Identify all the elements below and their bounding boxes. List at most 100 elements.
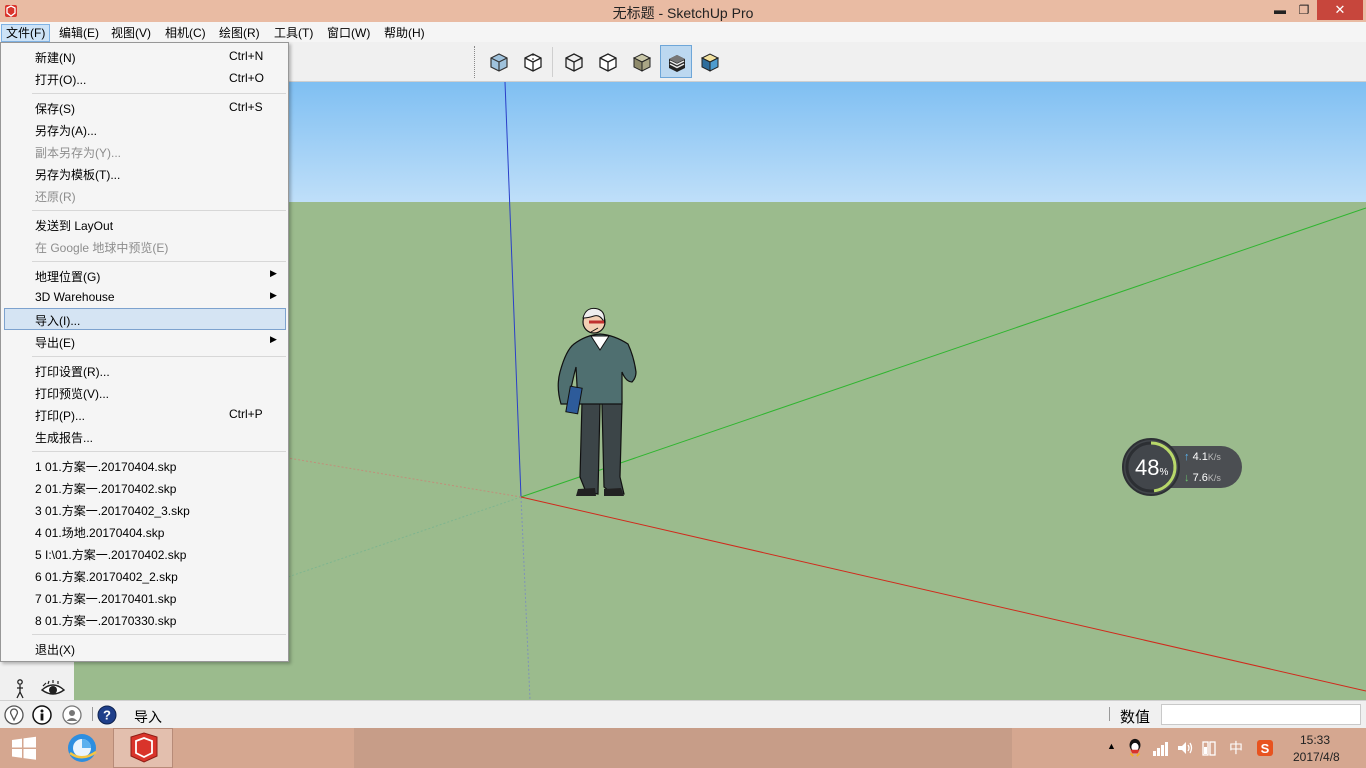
menu-item-recent-file[interactable]: 1 01.方案一.20170404.skp [4, 454, 286, 476]
menu-item-generate-report[interactable]: 生成报告... [4, 425, 286, 447]
menu-item-print-setup[interactable]: 打印设置(R)... [4, 359, 286, 381]
sogou-input-icon[interactable]: S [1256, 738, 1274, 758]
menu-item-label: 发送到 LayOut [35, 219, 114, 233]
clock-time[interactable]: 15:33 [1300, 733, 1330, 747]
menu-item-open[interactable]: 打开(O)... Ctrl+O [4, 67, 286, 89]
menu-item-recent-file[interactable]: 5 I:\01.方案一.20170402.skp [4, 542, 286, 564]
menu-item-recent-file[interactable]: 4 01.场地.20170404.skp [4, 520, 286, 542]
scale-figure[interactable] [557, 307, 637, 496]
show-hidden-icons-icon[interactable]: ▲ [1107, 741, 1116, 761]
submenu-arrow-icon: ▶ [270, 334, 277, 344]
qq-icon[interactable] [1126, 737, 1144, 757]
menu-draw[interactable]: 绘图(R) [215, 24, 264, 42]
measurements-input[interactable] [1161, 704, 1361, 725]
menu-item-label: 4 01.场地.20170404.skp [35, 526, 165, 540]
menu-item-label: 另存为(A)... [35, 124, 97, 138]
submenu-arrow-icon: ▶ [270, 290, 277, 300]
ime-indicator[interactable]: 中 [1229, 738, 1243, 758]
credits-info-icon[interactable] [32, 705, 52, 725]
measurements-label: 数值 [1120, 709, 1151, 726]
menu-item-label: 3D Warehouse [35, 290, 115, 304]
menu-separator [32, 451, 286, 452]
menu-item-exit[interactable]: 退出(X) [4, 637, 286, 659]
download-speed-value: 7.6 [1192, 472, 1208, 484]
svg-text:?: ? [103, 708, 111, 723]
blue-axis [504, 82, 522, 498]
wireframe-style-icon[interactable] [558, 45, 590, 78]
windows-taskbar: ▲ 中 S 15:33 2017/4/8 [0, 728, 1366, 768]
close-button[interactable]: ✕ [1317, 0, 1363, 20]
net-percent-value: 48 [1135, 455, 1160, 480]
menu-item-preview-google-earth[interactable]: 在 Google 地球中预览(E) [4, 235, 286, 257]
menu-item-shortcut: Ctrl+N [229, 49, 264, 63]
minimize-button[interactable]: ▬ [1268, 0, 1292, 20]
walk-tool-icon[interactable] [9, 678, 31, 700]
network-signal-icon[interactable] [1152, 738, 1170, 758]
toolbar-grip[interactable] [474, 46, 477, 78]
menu-item-geo-location[interactable]: 地理位置(G) ▶ [4, 264, 286, 286]
menu-item-recent-file[interactable]: 3 01.方案一.20170402_3.skp [4, 498, 286, 520]
network-monitor-widget[interactable]: 48% ↑ 4.1K/s ↓ 7.6K/s [1122, 438, 1242, 496]
menu-item-label: 6 01.方案.20170402_2.skp [35, 570, 178, 584]
monochrome-style-icon[interactable] [694, 45, 726, 78]
net-percent-unit: % [1159, 467, 1169, 478]
menu-item-recent-file[interactable]: 8 01.方案一.20170330.skp [4, 608, 286, 630]
windows-start-icon[interactable] [0, 728, 48, 768]
maximize-button[interactable]: ❐ [1292, 0, 1316, 20]
net-usage-circle: 48% [1122, 438, 1180, 496]
menu-item-import[interactable]: 导入(I)... [4, 308, 286, 330]
taskbar-browser-app[interactable] [52, 728, 112, 768]
menu-item-label: 3 01.方案一.20170402_3.skp [35, 504, 190, 518]
menu-item-label: 打开(O)... [35, 73, 87, 87]
taskbar-sketchup-app[interactable] [113, 728, 173, 768]
menu-edit[interactable]: 编辑(E) [55, 24, 103, 42]
menu-item-save-as-template[interactable]: 另存为模板(T)... [4, 162, 286, 184]
clock-date[interactable]: 2017/4/8 [1293, 750, 1340, 764]
battery-icon[interactable] [1200, 738, 1218, 758]
menu-item-recent-file[interactable]: 2 01.方案一.20170402.skp [4, 476, 286, 498]
menu-view[interactable]: 视图(V) [107, 24, 155, 42]
menu-item-3d-warehouse[interactable]: 3D Warehouse ▶ [4, 286, 286, 308]
menu-item-send-to-layout[interactable]: 发送到 LayOut [4, 213, 286, 235]
menu-item-print-preview[interactable]: 打印预览(V)... [4, 381, 286, 403]
menu-separator [32, 356, 286, 357]
geolocation-icon[interactable] [4, 705, 24, 725]
taskbar-empty-area [354, 728, 1012, 768]
menu-item-export[interactable]: 导出(E) ▶ [4, 330, 286, 352]
red-axis-negative [287, 457, 522, 498]
menu-item-save[interactable]: 保存(S) Ctrl+S [4, 96, 286, 118]
upload-arrow-icon: ↑ [1184, 451, 1190, 463]
xray-style-icon[interactable] [483, 45, 515, 78]
menu-item-recent-file[interactable]: 7 01.方案一.20170401.skp [4, 586, 286, 608]
title-bar: 无标题 - SketchUp Pro ▬ ❐ ✕ [0, 0, 1366, 22]
hidden-line-style-icon[interactable] [592, 45, 624, 78]
shaded-style-icon[interactable] [626, 45, 658, 78]
back-edges-style-icon[interactable] [517, 45, 549, 78]
menu-item-new[interactable]: 新建(N) Ctrl+N [4, 45, 286, 67]
menu-item-label: 新建(N) [35, 51, 76, 65]
menu-window[interactable]: 窗口(W) [323, 24, 374, 42]
menu-item-label: 8 01.方案一.20170330.skp [35, 614, 177, 628]
menu-item-print[interactable]: 打印(P)... Ctrl+P [4, 403, 286, 425]
menu-tools[interactable]: 工具(T) [270, 24, 317, 42]
menu-item-revert[interactable]: 还原(R) [4, 184, 286, 206]
shaded-with-textures-style-icon[interactable] [660, 45, 692, 78]
download-speed: ↓ 7.6K/s [1184, 472, 1221, 484]
status-hint-text: 导入 [134, 709, 162, 725]
menu-item-label: 在 Google 地球中预览(E) [35, 241, 169, 255]
sign-in-user-icon[interactable] [62, 705, 82, 725]
download-speed-unit: K/s [1207, 473, 1221, 483]
menu-item-label: 另存为模板(T)... [35, 168, 121, 182]
menu-file[interactable]: 文件(F) [1, 24, 51, 42]
menu-help[interactable]: 帮助(H) [380, 24, 429, 42]
instructor-help-icon[interactable]: ? [97, 705, 117, 725]
look-around-tool-icon[interactable] [40, 678, 66, 700]
menu-item-save-copy-as[interactable]: 副本另存为(Y)... [4, 140, 286, 162]
sketchup-taskbar-icon [130, 732, 158, 763]
menu-item-recent-file[interactable]: 6 01.方案.20170402_2.skp [4, 564, 286, 586]
menu-item-shortcut: Ctrl+P [229, 407, 263, 421]
menu-item-save-as[interactable]: 另存为(A)... [4, 118, 286, 140]
volume-icon[interactable] [1176, 738, 1194, 758]
menu-camera[interactable]: 相机(C) [161, 24, 210, 42]
menu-item-label: 导出(E) [35, 336, 75, 350]
